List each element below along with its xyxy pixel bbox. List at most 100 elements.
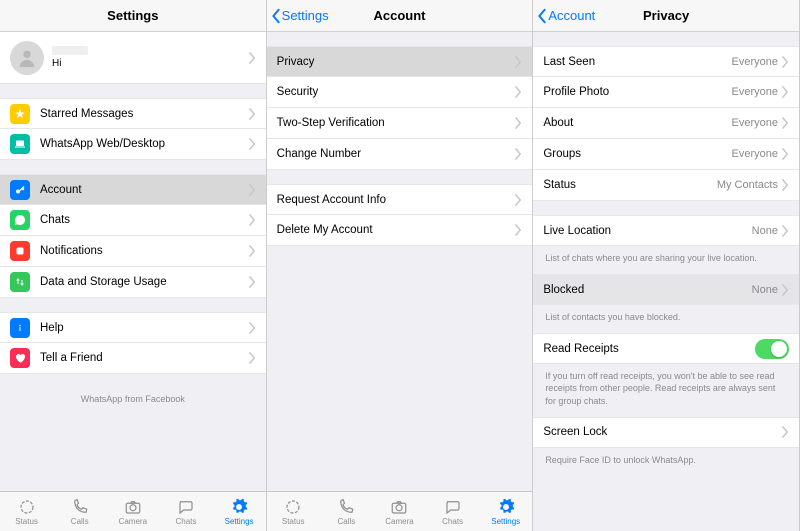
nav-bar: Settings Account <box>267 0 533 32</box>
star-icon <box>10 104 30 124</box>
row-label: Status <box>543 179 717 191</box>
profile-row[interactable]: Hi <box>0 32 266 84</box>
nav-title: Settings <box>0 8 266 23</box>
back-label: Settings <box>282 8 329 23</box>
row-label: Security <box>277 86 516 98</box>
screen-lock-row[interactable]: Screen Lock <box>533 417 799 448</box>
content-scroll[interactable]: Last Seen Everyone Profile Photo Everyon… <box>533 32 799 531</box>
tell-friend-row[interactable]: Tell a Friend <box>0 343 266 374</box>
row-label: Live Location <box>543 225 751 237</box>
tab-status[interactable]: Status <box>267 492 320 531</box>
profile-photo-row[interactable]: Profile Photo Everyone <box>533 77 799 108</box>
twostep-row[interactable]: Two-Step Verification <box>267 108 533 139</box>
chevron-right-icon <box>782 426 789 438</box>
groups-row[interactable]: Groups Everyone <box>533 139 799 170</box>
row-label: Data and Storage Usage <box>40 276 249 288</box>
starred-messages-row[interactable]: Starred Messages <box>0 98 266 129</box>
row-label: Screen Lock <box>543 426 782 438</box>
request-info-row[interactable]: Request Account Info <box>267 184 533 215</box>
profile-name-redacted <box>52 46 88 55</box>
row-value: Everyone <box>731 86 777 98</box>
row-label: Last Seen <box>543 56 731 68</box>
chevron-right-icon <box>515 56 522 68</box>
chevron-right-icon <box>515 117 522 129</box>
nav-bar: Settings <box>0 0 266 32</box>
tab-camera[interactable]: Camera <box>373 492 426 531</box>
tab-chats[interactable]: Chats <box>159 492 212 531</box>
row-label: Notifications <box>40 245 249 257</box>
tab-bar: Status Calls Camera Chats Settings <box>267 491 533 531</box>
content-scroll[interactable]: Hi Starred Messages WhatsApp Web/Desktop… <box>0 32 266 491</box>
tab-camera[interactable]: Camera <box>106 492 159 531</box>
content-scroll[interactable]: Privacy Security Two-Step Verification C… <box>267 32 533 491</box>
row-label: Privacy <box>277 56 516 68</box>
privacy-row[interactable]: Privacy <box>267 46 533 77</box>
chevron-right-icon <box>782 225 789 237</box>
tab-settings[interactable]: Settings <box>213 492 266 531</box>
row-label: About <box>543 117 731 129</box>
heart-icon <box>10 348 30 368</box>
chevron-right-icon <box>782 284 789 296</box>
back-button[interactable]: Settings <box>267 8 329 24</box>
tab-chats[interactable]: Chats <box>426 492 479 531</box>
chats-row[interactable]: Chats <box>0 205 266 236</box>
chevron-right-icon <box>782 86 789 98</box>
row-value: Everyone <box>731 56 777 68</box>
row-value: Everyone <box>731 148 777 160</box>
tab-status[interactable]: Status <box>0 492 53 531</box>
chevron-right-icon <box>249 214 256 226</box>
row-label: Groups <box>543 148 731 160</box>
tab-bar: Status Calls Camera Chats Settings <box>0 491 266 531</box>
delete-account-row[interactable]: Delete My Account <box>267 215 533 246</box>
attribution-text: WhatsApp from Facebook <box>0 374 266 424</box>
row-label: Two-Step Verification <box>277 117 516 129</box>
chevron-right-icon <box>782 56 789 68</box>
footer-blocked: List of contacts you have blocked. <box>533 305 799 333</box>
key-icon <box>10 180 30 200</box>
chevron-left-icon <box>271 8 281 24</box>
info-icon <box>10 318 30 338</box>
arrows-icon <box>10 272 30 292</box>
whatsapp-icon <box>10 210 30 230</box>
row-label: WhatsApp Web/Desktop <box>40 138 249 150</box>
whatsapp-web-row[interactable]: WhatsApp Web/Desktop <box>0 129 266 160</box>
chevron-right-icon <box>249 245 256 257</box>
change-number-row[interactable]: Change Number <box>267 139 533 170</box>
profile-status: Hi <box>52 58 249 69</box>
chevron-right-icon <box>249 52 256 64</box>
chevron-right-icon <box>782 117 789 129</box>
data-storage-row[interactable]: Data and Storage Usage <box>0 267 266 298</box>
notifications-row[interactable]: Notifications <box>0 236 266 267</box>
last-seen-row[interactable]: Last Seen Everyone <box>533 46 799 77</box>
read-receipts-toggle[interactable] <box>755 339 789 359</box>
chevron-right-icon <box>249 276 256 288</box>
avatar <box>10 41 44 75</box>
footer-screenlock: Require Face ID to unlock WhatsApp. <box>533 448 799 476</box>
account-row[interactable]: Account <box>0 174 266 205</box>
chevron-right-icon <box>515 86 522 98</box>
row-value: None <box>752 225 778 237</box>
live-location-row[interactable]: Live Location None <box>533 215 799 246</box>
blocked-row[interactable]: Blocked None <box>533 274 799 305</box>
chevron-right-icon <box>515 148 522 160</box>
chevron-right-icon <box>782 179 789 191</box>
row-label: Tell a Friend <box>40 352 249 364</box>
tab-settings[interactable]: Settings <box>479 492 532 531</box>
back-button[interactable]: Account <box>533 8 595 24</box>
chevron-right-icon <box>782 148 789 160</box>
row-label: Read Receipts <box>543 343 755 355</box>
tab-calls[interactable]: Calls <box>320 492 373 531</box>
about-row[interactable]: About Everyone <box>533 108 799 139</box>
status-row[interactable]: Status My Contacts <box>533 170 799 201</box>
privacy-panel: Account Privacy Last Seen Everyone Profi… <box>533 0 800 531</box>
footer-live-location: List of chats where you are sharing your… <box>533 246 799 274</box>
account-panel: Settings Account Privacy Security Two-St… <box>267 0 534 531</box>
nav-bar: Account Privacy <box>533 0 799 32</box>
row-label: Chats <box>40 214 249 226</box>
tab-calls[interactable]: Calls <box>53 492 106 531</box>
chevron-left-icon <box>537 8 547 24</box>
read-receipts-row[interactable]: Read Receipts <box>533 333 799 364</box>
help-row[interactable]: Help <box>0 312 266 343</box>
footer-receipts: If you turn off read receipts, you won't… <box>533 364 799 416</box>
security-row[interactable]: Security <box>267 77 533 108</box>
